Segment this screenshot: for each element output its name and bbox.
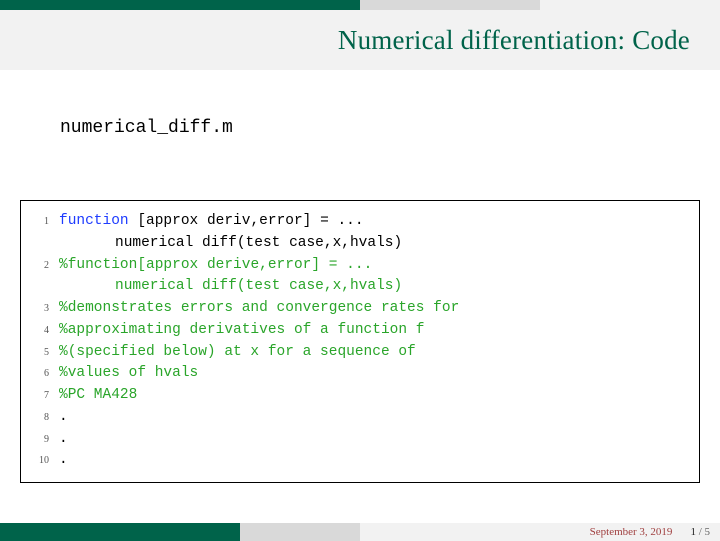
code-line: 3 %demonstrates errors and convergence r… (29, 298, 687, 320)
line-number: 10 (29, 453, 49, 468)
code-line: 10 . (29, 450, 687, 472)
topbar-segment-right (540, 0, 720, 10)
top-decoration-bar (0, 0, 720, 10)
code-text: numerical diff(test case,x,hvals) (59, 276, 402, 298)
code-text: numerical diff(test case,x,hvals) (59, 233, 402, 255)
code-text: %(specified below) at x for a sequence o… (59, 342, 416, 364)
code-text: . (59, 429, 68, 451)
footer-bar: September 3, 2019 1 / 5 (0, 523, 720, 541)
code-line: numerical diff(test case,x,hvals) (29, 233, 687, 255)
code-line: 2 %function[approx derive,error] = ... (29, 255, 687, 277)
code-text: %values of hvals (59, 363, 198, 385)
slide-title-band: Numerical differentiation: Code (0, 10, 720, 70)
code-text: . (59, 450, 68, 472)
line-number: 3 (29, 301, 49, 316)
code-text: . (59, 407, 68, 429)
line-number: 4 (29, 323, 49, 338)
code-text: function [approx deriv,error] = ... (59, 211, 364, 233)
topbar-segment-left (0, 0, 360, 10)
footer-page: 1 / 5 (690, 526, 710, 538)
footer-segment-a (0, 523, 240, 541)
line-number: 7 (29, 388, 49, 403)
footer-segment-d: September 3, 2019 1 / 5 (480, 523, 720, 541)
code-line: 6 %values of hvals (29, 363, 687, 385)
line-number: 6 (29, 366, 49, 381)
code-line: 4 %approximating derivatives of a functi… (29, 320, 687, 342)
code-line: 9 . (29, 429, 687, 451)
line-number: 8 (29, 410, 49, 425)
code-text: %PC MA428 (59, 385, 137, 407)
line-number: 1 (29, 214, 49, 229)
line-number: 5 (29, 345, 49, 360)
code-text: %function[approx derive,error] = ... (59, 255, 372, 277)
code-line: 7 %PC MA428 (29, 385, 687, 407)
code-line: 5 %(specified below) at x for a sequence… (29, 342, 687, 364)
footer-date: September 3, 2019 (590, 526, 673, 538)
code-text: %approximating derivatives of a function… (59, 320, 424, 342)
topbar-segment-mid (360, 0, 540, 10)
line-number: 9 (29, 432, 49, 447)
line-number: 2 (29, 258, 49, 273)
footer-segment-c (360, 523, 480, 541)
code-line: numerical diff(test case,x,hvals) (29, 276, 687, 298)
footer-segment-b (240, 523, 360, 541)
source-filename: numerical_diff.m (60, 118, 720, 138)
code-line: 1 function [approx deriv,error] = ... (29, 211, 687, 233)
code-listing: 1 function [approx deriv,error] = ... nu… (20, 200, 700, 483)
code-text: %demonstrates errors and convergence rat… (59, 298, 459, 320)
code-line: 8 . (29, 407, 687, 429)
slide-title: Numerical differentiation: Code (338, 25, 690, 56)
